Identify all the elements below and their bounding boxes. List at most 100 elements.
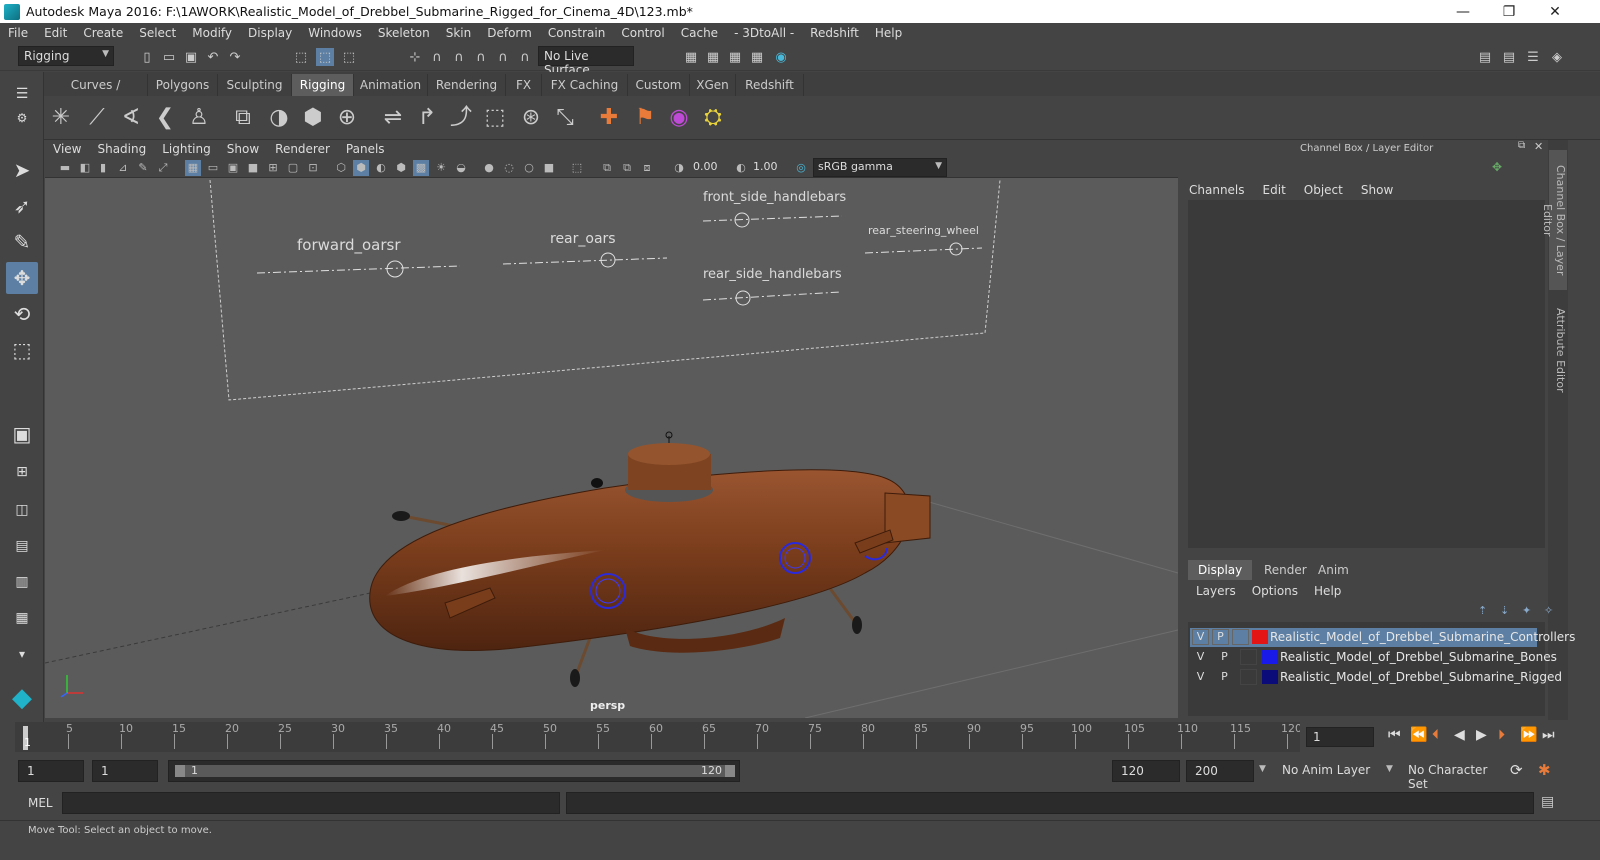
next-key-icon[interactable]: ⏵ bbox=[1498, 727, 1505, 743]
tab-polygons[interactable]: Polygons bbox=[148, 74, 218, 96]
menu-windows[interactable]: Windows bbox=[300, 26, 370, 40]
layout-more-icon[interactable]: ▾ bbox=[6, 638, 38, 670]
perspective-viewport[interactable]: forward_oarsr rear_oars front_side_handl… bbox=[45, 178, 1178, 718]
workspace-icon[interactable]: ▤ bbox=[1476, 48, 1494, 66]
viewport-menu-panels[interactable]: Panels bbox=[338, 142, 393, 156]
snap-point-icon[interactable]: ∩ bbox=[450, 48, 468, 66]
close-panel-icon[interactable]: ✕ bbox=[1534, 140, 1543, 153]
cluster-icon[interactable]: ⇌ bbox=[380, 104, 406, 132]
redshift-icon[interactable]: ⛭ bbox=[700, 104, 726, 132]
xray-icon[interactable]: ⧉ bbox=[599, 160, 615, 176]
insert-joint-icon[interactable]: ⟋ bbox=[84, 104, 110, 132]
le-menu-options[interactable]: Options bbox=[1244, 584, 1306, 598]
scene-start-field[interactable]: 1 bbox=[18, 760, 84, 782]
current-frame-field[interactable]: 1 bbox=[1306, 727, 1374, 747]
select-tool-icon[interactable]: ➤ bbox=[6, 154, 38, 186]
mirror-weights-icon[interactable]: ⊕ bbox=[334, 104, 360, 132]
gamma-field[interactable]: 1.00 bbox=[749, 159, 789, 177]
four-view-layout-icon[interactable]: ⊞ bbox=[6, 456, 38, 488]
play-forward-icon[interactable]: ▶ bbox=[1476, 727, 1487, 743]
tab-display[interactable]: Display bbox=[1188, 560, 1253, 580]
time-slider[interactable]: 5 10 15 20 25 30 35 40 45 50 55 60 65 70… bbox=[15, 722, 1302, 752]
bind-skin-icon[interactable]: ⧉ bbox=[230, 104, 256, 132]
layer-color-swatch[interactable] bbox=[1252, 630, 1268, 644]
layer-playback-toggle[interactable]: P bbox=[1212, 629, 1229, 645]
snap-curve-icon[interactable]: ∩ bbox=[428, 48, 446, 66]
select-component-icon[interactable]: ⬚ bbox=[340, 48, 358, 66]
menu-skin[interactable]: Skin bbox=[438, 26, 480, 40]
layer-type-toggle[interactable] bbox=[1240, 649, 1257, 665]
uv-editor-layout-icon[interactable]: ▦ bbox=[6, 602, 38, 634]
menu-create[interactable]: Create bbox=[75, 26, 131, 40]
wireframe-on-shaded-icon[interactable]: ⬢ bbox=[393, 160, 409, 176]
new-layer-icon[interactable]: ✦ bbox=[1522, 604, 1531, 617]
menu-help[interactable]: Help bbox=[867, 26, 910, 40]
persp-graph-layout-icon[interactable]: ▤ bbox=[6, 530, 38, 562]
layer-type-toggle[interactable] bbox=[1232, 629, 1249, 645]
locator-icon[interactable]: ✚ bbox=[596, 104, 622, 132]
chevron-down-icon[interactable]: ▼ bbox=[1259, 764, 1266, 774]
minimize-button[interactable]: — bbox=[1440, 0, 1486, 23]
parent-constraint-icon[interactable]: ⊛ bbox=[518, 104, 544, 132]
tool-settings-icon[interactable]: ▤ bbox=[1500, 48, 1518, 66]
shadows-icon[interactable]: ◒ bbox=[453, 160, 469, 176]
tab-fx-caching[interactable]: FX Caching bbox=[542, 74, 628, 96]
new-scene-icon[interactable]: ▯ bbox=[138, 48, 156, 66]
wireframe-icon[interactable]: ⬡ bbox=[333, 160, 349, 176]
scale-tool-icon[interactable]: ⬚ bbox=[6, 334, 38, 366]
prev-key-icon[interactable]: ⏴ bbox=[1432, 727, 1439, 743]
maximize-button[interactable]: ❐ bbox=[1486, 0, 1532, 23]
close-button[interactable]: ✕ bbox=[1532, 0, 1578, 23]
cb-menu-object[interactable]: Object bbox=[1295, 183, 1352, 197]
float-panel-icon[interactable]: ⧉ bbox=[1518, 140, 1525, 151]
cb-menu-edit[interactable]: Edit bbox=[1254, 183, 1295, 197]
open-scene-icon[interactable]: ▭ bbox=[160, 48, 178, 66]
menu-skeleton[interactable]: Skeleton bbox=[370, 26, 438, 40]
rotate-tool-icon[interactable]: ⟲ bbox=[6, 298, 38, 330]
menu-select[interactable]: Select bbox=[131, 26, 184, 40]
ik-handle-icon[interactable]: ∢ bbox=[118, 104, 144, 132]
character-set-dropdown[interactable]: No Character Set bbox=[1400, 760, 1506, 791]
layer-visibility-toggle[interactable]: V bbox=[1192, 649, 1209, 665]
multisample-icon[interactable]: ○ bbox=[521, 160, 537, 176]
paint-select-tool-icon[interactable]: ✎ bbox=[6, 226, 38, 258]
layer-color-swatch[interactable] bbox=[1262, 650, 1278, 664]
script-editor-icon[interactable]: ▤ bbox=[1541, 794, 1554, 810]
pole-vector-icon[interactable]: ⤡ bbox=[552, 104, 578, 132]
range-start-grip[interactable] bbox=[175, 765, 185, 777]
render-settings-icon[interactable]: ▦ bbox=[748, 48, 766, 66]
snap-pivot-icon[interactable]: ∩ bbox=[516, 48, 534, 66]
command-input[interactable] bbox=[62, 792, 560, 814]
tab-xgen[interactable]: XGen bbox=[690, 74, 736, 96]
interactive-bind-icon[interactable]: ◑ bbox=[266, 104, 292, 132]
cb-menu-show[interactable]: Show bbox=[1352, 183, 1402, 197]
image-plane-icon[interactable]: ⊿ bbox=[115, 160, 131, 176]
menu-display[interactable]: Display bbox=[240, 26, 300, 40]
viewport-menu-show[interactable]: Show bbox=[219, 142, 267, 156]
layer-type-toggle[interactable] bbox=[1240, 669, 1257, 685]
shelf-settings-icon[interactable]: ⚙ bbox=[6, 102, 38, 134]
viewport-menu-lighting[interactable]: Lighting bbox=[154, 142, 219, 156]
layer-playback-toggle[interactable]: P bbox=[1216, 649, 1233, 665]
aim-constraint-icon[interactable]: ⤴ bbox=[448, 104, 474, 132]
play-backward-icon[interactable]: ◀ bbox=[1454, 727, 1465, 743]
textured-icon[interactable]: ▩ bbox=[413, 160, 429, 176]
menu-edit[interactable]: Edit bbox=[36, 26, 75, 40]
paint-weights-icon[interactable]: ⬢ bbox=[300, 104, 326, 132]
xray-components-icon[interactable]: ⧈ bbox=[639, 160, 655, 176]
move-layer-down-icon[interactable]: ⇣ bbox=[1500, 604, 1509, 617]
step-back-icon[interactable]: ⏪ bbox=[1410, 727, 1427, 743]
chevron-down-icon[interactable]: ▼ bbox=[1386, 764, 1393, 774]
animation-prefs-icon[interactable]: ✱ bbox=[1538, 761, 1551, 779]
layer-row-bones[interactable]: V P Realistic_Model_of_Drebbel_Submarine… bbox=[1190, 648, 1557, 667]
orient-constraint-icon[interactable]: ⬚ bbox=[482, 104, 508, 132]
humanik-icon[interactable]: ♙ bbox=[186, 104, 212, 132]
persp-outliner-layout-icon[interactable]: ◫ bbox=[6, 494, 38, 526]
layer-playback-toggle[interactable]: P bbox=[1216, 669, 1233, 685]
viewport-menu-renderer[interactable]: Renderer bbox=[267, 142, 338, 156]
layer-row-rigged[interactable]: V P Realistic_Model_of_Drebbel_Submarine… bbox=[1190, 668, 1562, 687]
le-menu-help[interactable]: Help bbox=[1306, 584, 1349, 598]
tab-custom[interactable]: Custom bbox=[628, 74, 690, 96]
snap-surface-icon[interactable]: ∩ bbox=[494, 48, 512, 66]
undo-icon[interactable]: ↶ bbox=[204, 48, 222, 66]
